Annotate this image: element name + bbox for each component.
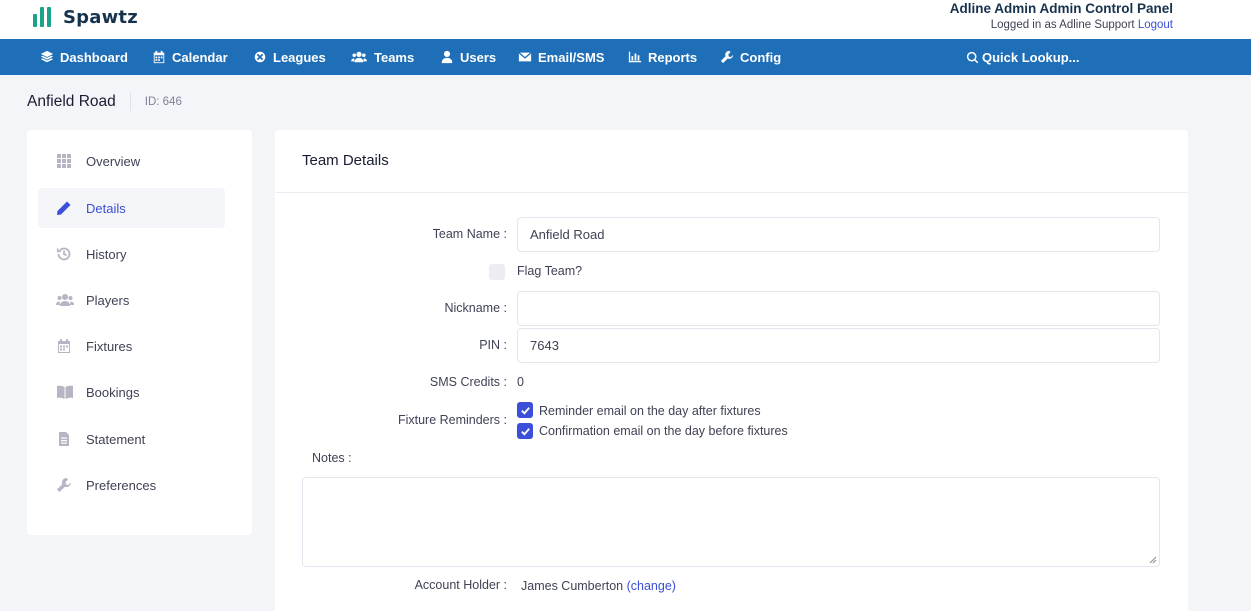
card-header: Team Details — [275, 130, 1188, 193]
pin-input[interactable] — [517, 328, 1160, 363]
nav-calendar[interactable]: Calendar — [152, 39, 228, 75]
sms-credits-value: 0 — [517, 375, 524, 389]
change-account-holder-link[interactable]: change — [631, 579, 672, 593]
nickname-input[interactable] — [517, 291, 1160, 326]
users-icon — [351, 51, 367, 63]
calendar-icon — [153, 50, 165, 64]
nav-reports-label: Reports — [648, 49, 698, 65]
book-icon — [57, 385, 73, 399]
wrench-icon — [720, 50, 734, 64]
calendar-icon — [58, 339, 70, 353]
account-holder-value: James Cumberton — [521, 579, 624, 593]
reminder-after-label: Reminder email on the day after fixtures — [539, 404, 761, 418]
confirmation-before-label: Confirmation email on the day before fix… — [539, 424, 788, 438]
main-nav: Dashboard Calendar Leagues Teams Users E… — [0, 39, 1251, 75]
sidebar-item-fixtures[interactable]: Fixtures — [38, 326, 225, 366]
logged-in-text: Logged in as Adline Support — [990, 19, 1135, 31]
quick-lookup-label: Quick Lookup... — [982, 49, 1080, 65]
panel-title: Adline Admin Admin Control Panel — [949, 1, 1173, 16]
nav-email-sms[interactable]: Email/SMS — [518, 39, 604, 75]
checkmark-icon — [520, 406, 530, 415]
logo-mark-icon — [33, 7, 51, 27]
history-icon — [56, 247, 71, 261]
sidebar-item-label: Fixtures — [86, 338, 133, 354]
sidebar-item-history[interactable]: History — [38, 234, 225, 274]
sidebar-item-players[interactable]: Players — [38, 280, 225, 320]
notes-textarea[interactable] — [302, 477, 1160, 567]
checkmark-icon — [520, 427, 530, 436]
page-heading: Anfield Road ID: 646 — [27, 92, 182, 112]
nav-calendar-label: Calendar — [172, 49, 228, 65]
ball-icon — [253, 50, 267, 64]
team-id: ID: 646 — [144, 96, 182, 108]
sidebar-item-label: Statement — [86, 431, 146, 447]
sidebar-item-label: Players — [86, 292, 130, 308]
sidebar-item-preferences[interactable]: Preferences — [38, 465, 225, 505]
resize-handle-icon[interactable] — [1149, 556, 1157, 564]
team-name-input[interactable] — [517, 217, 1160, 252]
team-details-card: Team Details Team Name : Flag Team? Nick… — [275, 130, 1188, 611]
layers-icon — [40, 50, 54, 63]
nav-dashboard-label: Dashboard — [60, 49, 128, 65]
nav-reports[interactable]: Reports — [628, 39, 697, 75]
sidebar-item-label: Overview — [86, 153, 141, 169]
page-title: Anfield Road — [27, 93, 116, 110]
nav-users-label: Users — [460, 49, 497, 65]
nav-config[interactable]: Config — [720, 39, 781, 75]
brand-logo[interactable]: Spawtz — [33, 5, 138, 29]
pin-label: PIN : — [479, 338, 507, 352]
notes-label: Notes : — [312, 451, 352, 465]
sidebar-item-label: Preferences — [86, 477, 157, 493]
brand-name: Spawtz — [63, 6, 138, 28]
account-holder-label: Account Holder : — [414, 578, 507, 592]
sidebar-item-label: History — [86, 246, 127, 262]
pencil-icon — [57, 201, 71, 215]
grid-icon — [57, 154, 71, 168]
user-icon — [441, 50, 453, 64]
card-title: Team Details — [302, 152, 389, 169]
logout-link[interactable]: Logout — [1138, 19, 1173, 31]
change-link-close: ) — [671, 579, 676, 593]
nav-config-label: Config — [740, 49, 782, 65]
quick-lookup[interactable]: Quick Lookup... — [966, 39, 1080, 75]
fixture-reminders-label: Fixture Reminders : — [397, 413, 507, 427]
nav-leagues[interactable]: Leagues — [253, 39, 326, 75]
sidebar-item-label: Bookings — [86, 384, 140, 400]
sidebar-item-overview[interactable]: Overview — [38, 141, 225, 181]
wrench-icon — [57, 477, 72, 492]
users-icon — [56, 294, 74, 306]
nav-users[interactable]: Users — [440, 39, 496, 75]
heading-divider — [129, 93, 131, 111]
team-sidebar: Overview Details History Players Fixture… — [27, 130, 252, 535]
document-icon — [59, 432, 69, 446]
flag-team-label: Flag Team? — [517, 264, 583, 278]
login-info: Logged in as Adline Support Logout — [991, 19, 1173, 31]
envelope-icon — [518, 52, 532, 62]
reminder-after-checkbox[interactable] — [517, 402, 533, 418]
sms-credits-label: SMS Credits : — [429, 375, 507, 389]
confirmation-before-checkbox[interactable] — [517, 423, 533, 439]
sidebar-item-statement[interactable]: Statement — [38, 419, 225, 459]
flag-team-checkbox[interactable] — [489, 264, 505, 280]
nav-email-sms-label: Email/SMS — [538, 49, 605, 65]
sidebar-item-bookings[interactable]: Bookings — [38, 372, 225, 412]
nav-teams[interactable]: Teams — [350, 39, 414, 75]
nickname-label: Nickname : — [444, 301, 507, 315]
search-icon — [966, 51, 979, 63]
sidebar-item-label: Details — [86, 200, 126, 216]
account-holder-info: James Cumberton (change) — [521, 579, 676, 593]
nav-dashboard[interactable]: Dashboard — [40, 39, 128, 75]
team-name-label: Team Name : — [432, 227, 507, 241]
nav-teams-label: Teams — [374, 49, 415, 65]
sidebar-item-details[interactable]: Details — [38, 188, 225, 228]
nav-leagues-label: Leagues — [273, 49, 326, 65]
top-header: Spawtz Adline Admin Admin Control Panel … — [0, 0, 1251, 39]
bar-chart-icon — [628, 51, 642, 63]
